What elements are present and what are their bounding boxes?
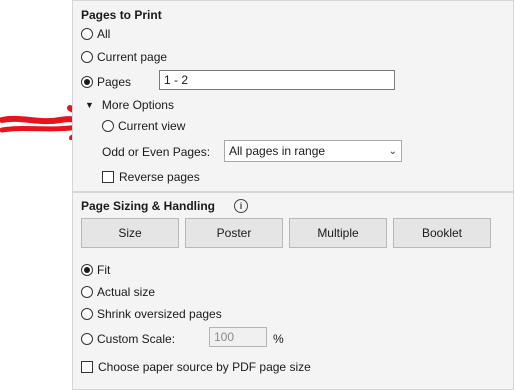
- radio-fit-circle[interactable]: [81, 264, 93, 276]
- radio-current-page-circle[interactable]: [81, 51, 93, 63]
- radio-current-page-label: Current page: [97, 50, 168, 64]
- more-options-label: More Options: [101, 98, 174, 112]
- booklet-button[interactable]: Booklet: [393, 218, 491, 248]
- odd-even-select-value: All pages in range: [229, 144, 326, 158]
- radio-all-label: All: [97, 27, 111, 41]
- radio-pages-label: Pages: [97, 75, 132, 89]
- pages-to-print-group: Pages to Print All Current page Pages 1 …: [72, 0, 514, 192]
- radio-actual-size-circle[interactable]: [81, 286, 93, 298]
- radio-current-view-label: Current view: [118, 119, 186, 133]
- radio-current-view[interactable]: Current view: [102, 119, 185, 133]
- multiple-button[interactable]: Multiple: [289, 218, 387, 248]
- radio-shrink-oversized[interactable]: Shrink oversized pages: [81, 307, 222, 321]
- radio-custom-scale[interactable]: Custom Scale:: [81, 332, 175, 346]
- radio-actual-size-label: Actual size: [97, 285, 156, 299]
- page-sizing-group: Page Sizing & Handling i Size Poster Mul…: [72, 192, 514, 390]
- reverse-pages-checkbox-row[interactable]: Reverse pages: [102, 170, 200, 184]
- more-options-toggle[interactable]: ▼ More Options: [85, 98, 174, 112]
- radio-current-page[interactable]: Current page: [81, 50, 167, 64]
- reverse-pages-label: Reverse pages: [119, 170, 200, 184]
- print-options-panel: Pages to Print All Current page Pages 1 …: [72, 0, 515, 390]
- paper-source-label: Choose paper source by PDF page size: [98, 360, 311, 374]
- size-button[interactable]: Size: [81, 218, 179, 248]
- radio-all-circle[interactable]: [81, 28, 93, 40]
- odd-even-label: Odd or Even Pages:: [102, 145, 211, 159]
- pages-to-print-heading: Pages to Print: [81, 8, 162, 22]
- paper-source-checkbox-row[interactable]: Choose paper source by PDF page size: [81, 360, 311, 374]
- radio-custom-scale-circle[interactable]: [81, 333, 93, 345]
- radio-fit[interactable]: Fit: [81, 263, 110, 277]
- radio-pages[interactable]: Pages: [81, 75, 131, 89]
- info-icon[interactable]: i: [234, 199, 248, 213]
- chevron-down-icon: ⌄: [388, 145, 397, 157]
- radio-actual-size[interactable]: Actual size: [81, 285, 155, 299]
- triangle-down-icon: ▼: [85, 100, 94, 110]
- radio-pages-circle[interactable]: [81, 76, 93, 88]
- custom-scale-input[interactable]: 100: [209, 327, 267, 347]
- radio-custom-scale-label: Custom Scale:: [97, 332, 176, 346]
- reverse-pages-checkbox[interactable]: [102, 171, 114, 183]
- pages-range-input[interactable]: 1 - 2: [159, 70, 395, 90]
- page-sizing-heading: Page Sizing & Handling: [81, 199, 216, 213]
- radio-all[interactable]: All: [81, 27, 110, 41]
- radio-shrink-oversized-label: Shrink oversized pages: [97, 307, 222, 321]
- odd-even-select[interactable]: All pages in range ⌄: [224, 140, 402, 162]
- radio-current-view-circle[interactable]: [102, 120, 114, 132]
- poster-button[interactable]: Poster: [185, 218, 283, 248]
- paper-source-checkbox[interactable]: [81, 361, 93, 373]
- radio-shrink-oversized-circle[interactable]: [81, 308, 93, 320]
- scale-percent-label: %: [273, 332, 284, 346]
- radio-fit-label: Fit: [97, 263, 111, 277]
